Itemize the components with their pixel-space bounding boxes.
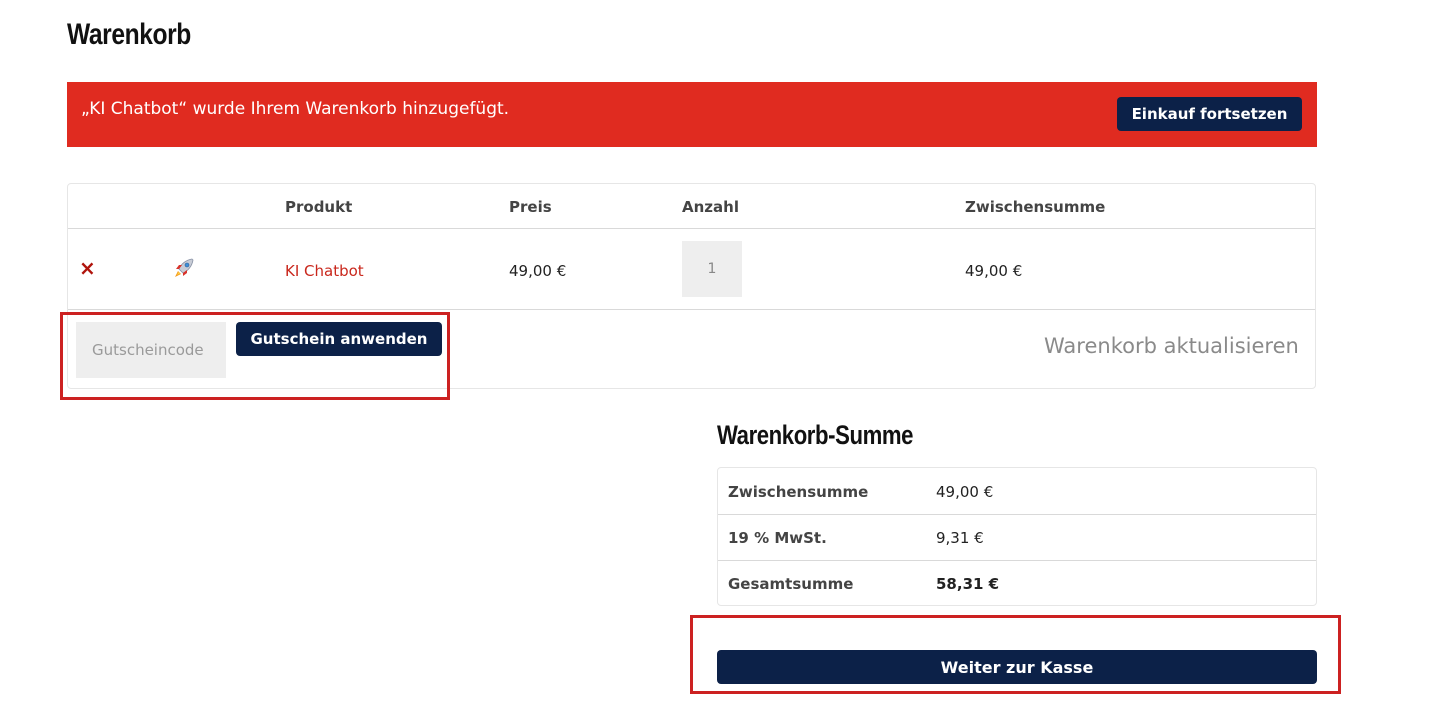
continue-shopping-button[interactable]: Einkauf fortsetzen <box>1117 97 1302 131</box>
row-divider <box>68 309 1315 310</box>
totals-value: 58,31 € <box>936 575 1000 593</box>
product-link[interactable]: KI Chatbot <box>285 262 364 280</box>
header-divider <box>68 228 1315 229</box>
checkout-button[interactable]: Weiter zur Kasse <box>717 650 1317 684</box>
totals-value: 9,31 € <box>936 529 984 547</box>
totals-label: Zwischensumme <box>728 483 869 501</box>
cart-totals-title: Warenkorb-Summe <box>717 420 914 450</box>
totals-value: 49,00 € <box>936 483 994 501</box>
coupon-highlight-box <box>60 312 450 400</box>
rocket-icon <box>172 256 196 280</box>
update-cart-button[interactable]: Warenkorb aktualisieren <box>1044 334 1299 358</box>
totals-row-tax: 19 % MwSt. 9,31 € <box>718 514 1316 560</box>
header-price: Preis <box>509 198 552 216</box>
page-title: Warenkorb <box>67 18 191 51</box>
cart-totals-table: Zwischensumme 49,00 € 19 % MwSt. 9,31 € … <box>717 467 1317 606</box>
item-price: 49,00 € <box>509 262 567 280</box>
quantity-input[interactable] <box>682 241 742 297</box>
header-product: Produkt <box>285 198 353 216</box>
header-quantity: Anzahl <box>682 198 739 216</box>
header-subtotal: Zwischensumme <box>965 198 1106 216</box>
notice-message: „KI Chatbot“ wurde Ihrem Warenkorb hinzu… <box>81 99 510 119</box>
totals-label: 19 % MwSt. <box>728 529 827 547</box>
remove-item-icon[interactable]: × <box>79 258 96 278</box>
totals-label: Gesamtsumme <box>728 575 854 593</box>
totals-row-total: Gesamtsumme 58,31 € <box>718 560 1316 606</box>
item-subtotal: 49,00 € <box>965 262 1023 280</box>
cart-notice: „KI Chatbot“ wurde Ihrem Warenkorb hinzu… <box>67 82 1317 147</box>
totals-row-subtotal: Zwischensumme 49,00 € <box>718 468 1316 514</box>
